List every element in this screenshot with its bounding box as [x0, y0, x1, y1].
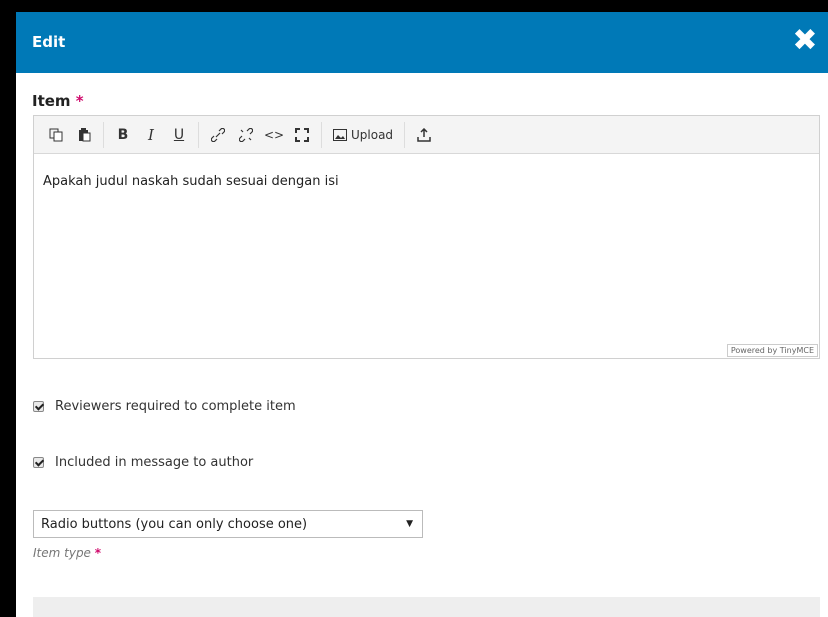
dialog-title: Edit	[32, 33, 66, 51]
editor-content[interactable]: Apakah judul naskah sudah sesuai dengan …	[34, 154, 819, 209]
edit-dialog: Edit ✖ Item * B I U <> Upload Apakah jud…	[16, 12, 828, 617]
toolbar-separator	[321, 121, 322, 148]
powered-by-label[interactable]: Powered by TinyMCE	[726, 344, 818, 357]
required-mark: *	[75, 92, 84, 110]
paste-icon[interactable]	[70, 121, 98, 149]
fullscreen-icon[interactable]	[288, 121, 316, 149]
dropdown-arrow-icon: ▼	[406, 519, 413, 529]
included-message-label: Included in message to author	[55, 455, 254, 470]
item-type-select[interactable]: Radio buttons (you can only choose one) …	[33, 510, 423, 538]
code-button[interactable]: <>	[260, 121, 288, 149]
reviewers-required-label: Reviewers required to complete item	[55, 399, 296, 414]
rich-text-editor: B I U <> Upload Apakah judul naskah suda…	[33, 115, 820, 359]
close-icon[interactable]: ✖	[790, 26, 820, 56]
required-mark: *	[94, 546, 102, 560]
dialog-header: Edit ✖	[16, 12, 828, 73]
link-icon[interactable]	[204, 121, 232, 149]
item-type-selected: Radio buttons (you can only choose one)	[41, 516, 308, 532]
reviewers-required-checkbox-row[interactable]: Reviewers required to complete item	[33, 399, 296, 414]
image-upload-button[interactable]: Upload	[327, 128, 399, 142]
toolbar-separator	[404, 121, 406, 148]
italic-button[interactable]: I	[137, 121, 165, 149]
underline-button[interactable]: U	[165, 121, 193, 149]
toolbar-separator	[103, 121, 104, 148]
reviewers-required-checkbox[interactable]	[33, 401, 44, 412]
upload-icon[interactable]	[410, 121, 438, 149]
options-section	[33, 597, 820, 617]
unlink-icon[interactable]	[232, 121, 260, 149]
item-label: Item *	[32, 92, 84, 110]
copy-icon[interactable]	[42, 121, 70, 149]
toolbar-separator	[198, 121, 199, 148]
image-upload-icon	[333, 128, 347, 141]
item-type-help-text: Item type	[33, 546, 91, 560]
bold-button[interactable]: B	[109, 121, 137, 149]
included-message-checkbox[interactable]	[33, 457, 44, 468]
upload-label: Upload	[351, 127, 394, 142]
item-label-text: Item	[32, 92, 71, 110]
included-message-checkbox-row[interactable]: Included in message to author	[33, 455, 253, 470]
item-type-help: Item type *	[33, 546, 101, 560]
editor-toolbar: B I U <> Upload	[34, 116, 819, 154]
